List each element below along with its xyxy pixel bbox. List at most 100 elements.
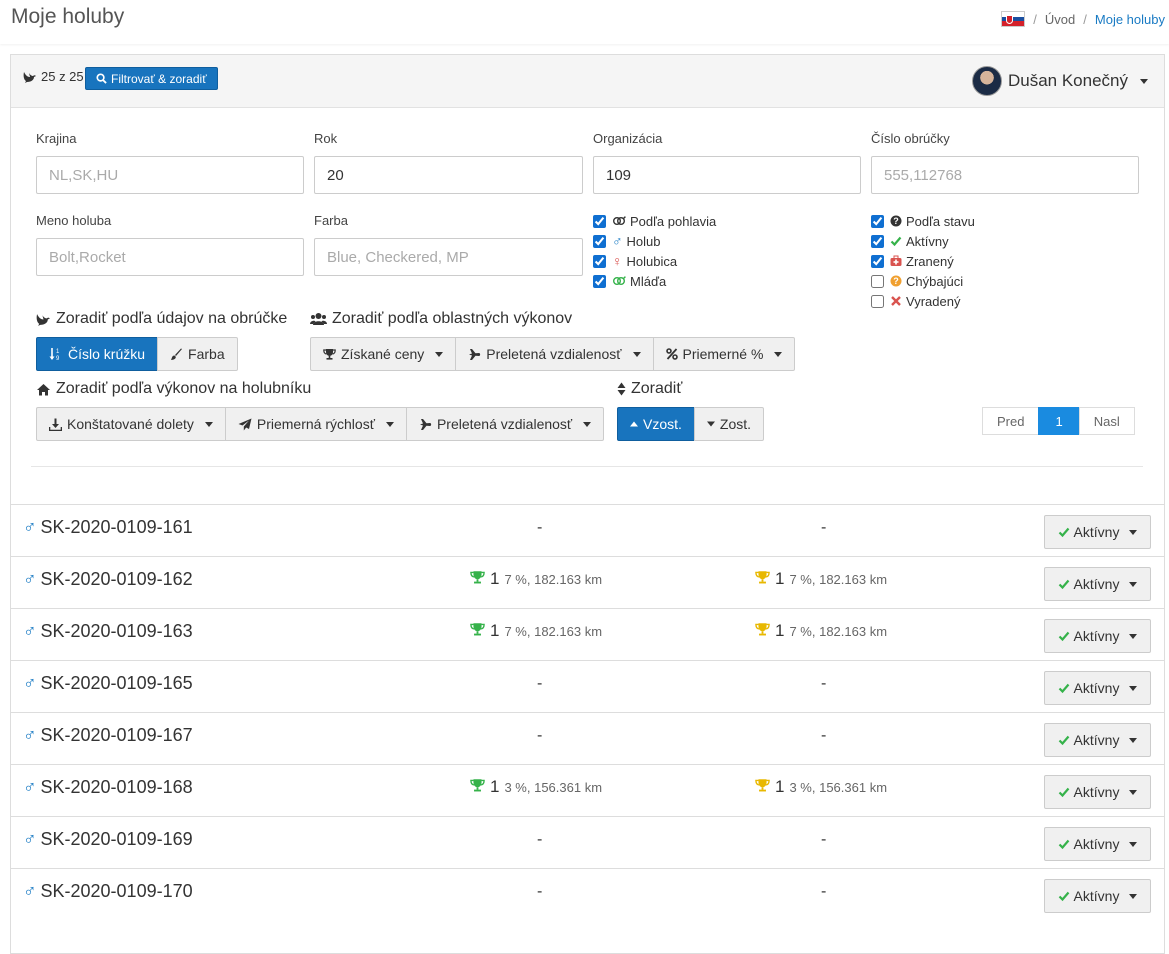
sort-arrivals-button[interactable]: Konštatované dolety: [36, 407, 226, 441]
sex-all-option[interactable]: Podľa pohlavia: [593, 211, 716, 231]
result-count: 25 z 25: [23, 69, 84, 84]
pigeon-row[interactable]: ♂ SK-2020-0109-167 - - Aktívny: [10, 712, 1165, 764]
pigeon-row[interactable]: ♂ SK-2020-0109-168 1 3 %, 156.361 km 1 3 %…: [10, 764, 1165, 816]
ring-number[interactable]: SK-2020-0109-169: [41, 829, 193, 850]
ring-number[interactable]: SK-2020-0109-161: [41, 517, 193, 538]
status-dropdown-button[interactable]: Aktívny: [1044, 671, 1151, 705]
sort-ascending-button[interactable]: Vzost.: [617, 407, 695, 441]
status-active-checkbox[interactable]: [871, 234, 884, 248]
ring-number[interactable]: SK-2020-0109-162: [41, 569, 193, 590]
sex-all-label: Podľa pohlavia: [630, 213, 717, 229]
status-missing-option[interactable]: ? Chýbajúci: [871, 271, 975, 291]
ring-number[interactable]: SK-2020-0109-163: [41, 621, 193, 642]
chevron-down-icon: [204, 421, 213, 427]
status-retired-checkbox[interactable]: [871, 294, 884, 308]
sort-region-distance-button[interactable]: Preletená vzdialenosť: [455, 337, 654, 371]
result-detail: 7 %, 182.163 km: [789, 624, 888, 639]
result-detail: 7 %, 182.163 km: [504, 572, 603, 587]
sex-male-checkbox[interactable]: [593, 234, 606, 248]
pigeon-row[interactable]: ♂ SK-2020-0109-169 - - Aktívny: [10, 816, 1165, 868]
filter-sort-button[interactable]: Filtrovať & zoradiť: [85, 67, 218, 90]
ring-number[interactable]: SK-2020-0109-167: [41, 725, 193, 746]
ring-number-label: Číslo obrúčky: [871, 131, 950, 146]
status-retired-option[interactable]: Vyradený: [871, 291, 975, 311]
pigeon-row[interactable]: ♂ SK-2020-0109-162 1 7 %, 182.163 km 1 7 %…: [10, 556, 1165, 608]
breadcrumb-current[interactable]: Moje holuby: [1095, 12, 1165, 27]
sort-ring-number-label: Číslo krúžku: [68, 346, 146, 362]
medkit-icon: [890, 255, 902, 266]
ring-number[interactable]: SK-2020-0109-170: [41, 881, 193, 902]
status-dropdown-button[interactable]: Aktívny: [1044, 619, 1151, 653]
check-icon: [1058, 579, 1069, 590]
pigeon-name-input[interactable]: [36, 238, 304, 276]
year-input[interactable]: [314, 156, 583, 194]
sex-young-checkbox[interactable]: [593, 274, 606, 288]
status-dropdown-button[interactable]: Aktívny: [1044, 723, 1151, 757]
sex-all-checkbox[interactable]: [593, 214, 606, 228]
pigeon-row[interactable]: ♂ SK-2020-0109-163 1 7 %, 182.163 km 1 7 %…: [10, 608, 1165, 660]
pagination-current-page[interactable]: 1: [1038, 407, 1080, 435]
pagination-next[interactable]: Nasl: [1078, 407, 1135, 435]
sort-average-percent-button[interactable]: Priemerné %: [652, 337, 796, 371]
breadcrumb-separator: /: [1033, 11, 1037, 27]
status-active-label: Aktívny: [906, 233, 949, 249]
sort-ring-buttons: 19 Číslo krúžku Farba: [36, 337, 238, 371]
sex-female-checkbox[interactable]: [593, 254, 606, 268]
pagination-prev[interactable]: Pred: [982, 407, 1040, 435]
sex-young-option[interactable]: Mláďa: [593, 271, 716, 291]
male-icon: ♂: [23, 777, 37, 797]
user-menu[interactable]: Dušan Konečný: [971, 66, 1148, 96]
loft-result-cell: 1 3 %, 156.361 km: [755, 777, 887, 797]
ring-cell: ♂ SK-2020-0109-169: [23, 829, 193, 850]
ring-cell: ♂ SK-2020-0109-165: [23, 673, 193, 694]
sort-color-button[interactable]: Farba: [157, 337, 238, 371]
status-injured-checkbox[interactable]: [871, 254, 884, 268]
country-label: Krajina: [36, 131, 77, 146]
ring-number-input[interactable]: [871, 156, 1139, 194]
status-all-checkbox[interactable]: [871, 214, 884, 228]
pigeon-row[interactable]: ♂ SK-2020-0109-161 - - Aktívny: [10, 504, 1165, 556]
ring-cell: ♂ SK-2020-0109-161: [23, 517, 193, 538]
status-dropdown-button[interactable]: Aktívny: [1044, 567, 1151, 601]
check-icon: [1058, 735, 1069, 746]
status-label: Aktívny: [1073, 524, 1120, 540]
sex-female-option[interactable]: ♀ Holubica: [593, 251, 716, 271]
status-missing-checkbox[interactable]: [871, 274, 884, 288]
pigeon-row[interactable]: ♂ SK-2020-0109-165 - - Aktívny: [10, 660, 1165, 712]
status-all-option[interactable]: ? Podľa stavu: [871, 211, 975, 231]
slovak-flag-icon[interactable]: [1001, 11, 1026, 27]
sex-filter: Podľa pohlavia ♂ Holub ♀ Holubica Mláďa: [593, 211, 716, 291]
ring-number[interactable]: SK-2020-0109-165: [41, 673, 193, 694]
sex-male-label: Holub: [626, 233, 661, 249]
ring-number[interactable]: SK-2020-0109-168: [41, 777, 193, 798]
user-name: Dušan Konečný: [1007, 71, 1128, 90]
color-input[interactable]: [314, 238, 583, 276]
sort-prizes-button[interactable]: Získané ceny: [310, 337, 457, 371]
sort-order-heading: Zoradiť: [617, 380, 682, 398]
breadcrumb-home-link[interactable]: Úvod: [1045, 12, 1075, 27]
status-dropdown-button[interactable]: Aktívny: [1044, 775, 1151, 809]
pigeon-row[interactable]: ♂ SK-2020-0109-170 - - Aktívny: [10, 868, 1165, 920]
panel-header: 25 z 25 Filtrovať & zoradiť Dušan Konečn…: [11, 55, 1164, 108]
status-dropdown-button[interactable]: Aktívny: [1044, 827, 1151, 861]
status-injured-option[interactable]: Zranený: [871, 251, 975, 271]
trophy-icon: [755, 623, 770, 636]
trophy-icon: [470, 779, 485, 792]
chevron-down-icon: [1129, 685, 1138, 691]
sort-descending-button[interactable]: Zost.: [693, 407, 765, 441]
search-icon: [96, 73, 107, 84]
male-icon: ♂: [612, 233, 623, 249]
status-active-option[interactable]: Aktívny: [871, 231, 975, 251]
status-dropdown-button[interactable]: Aktívny: [1044, 515, 1151, 549]
status-dropdown-button[interactable]: Aktívny: [1044, 879, 1151, 913]
regional-result-empty: -: [537, 883, 543, 900]
sort-average-speed-button[interactable]: Priemerná rýchlosť: [224, 407, 407, 441]
organization-input[interactable]: [593, 156, 861, 194]
sex-male-option[interactable]: ♂ Holub: [593, 231, 716, 251]
sort-loft-distance-button[interactable]: Preletená vzdialenosť: [405, 407, 605, 441]
sort-ring-number-button[interactable]: 19 Číslo krúžku: [36, 337, 159, 371]
svg-text:?: ?: [893, 216, 899, 226]
check-icon: [1058, 631, 1069, 642]
country-input[interactable]: [36, 156, 304, 194]
status-label: Aktívny: [1073, 576, 1120, 592]
